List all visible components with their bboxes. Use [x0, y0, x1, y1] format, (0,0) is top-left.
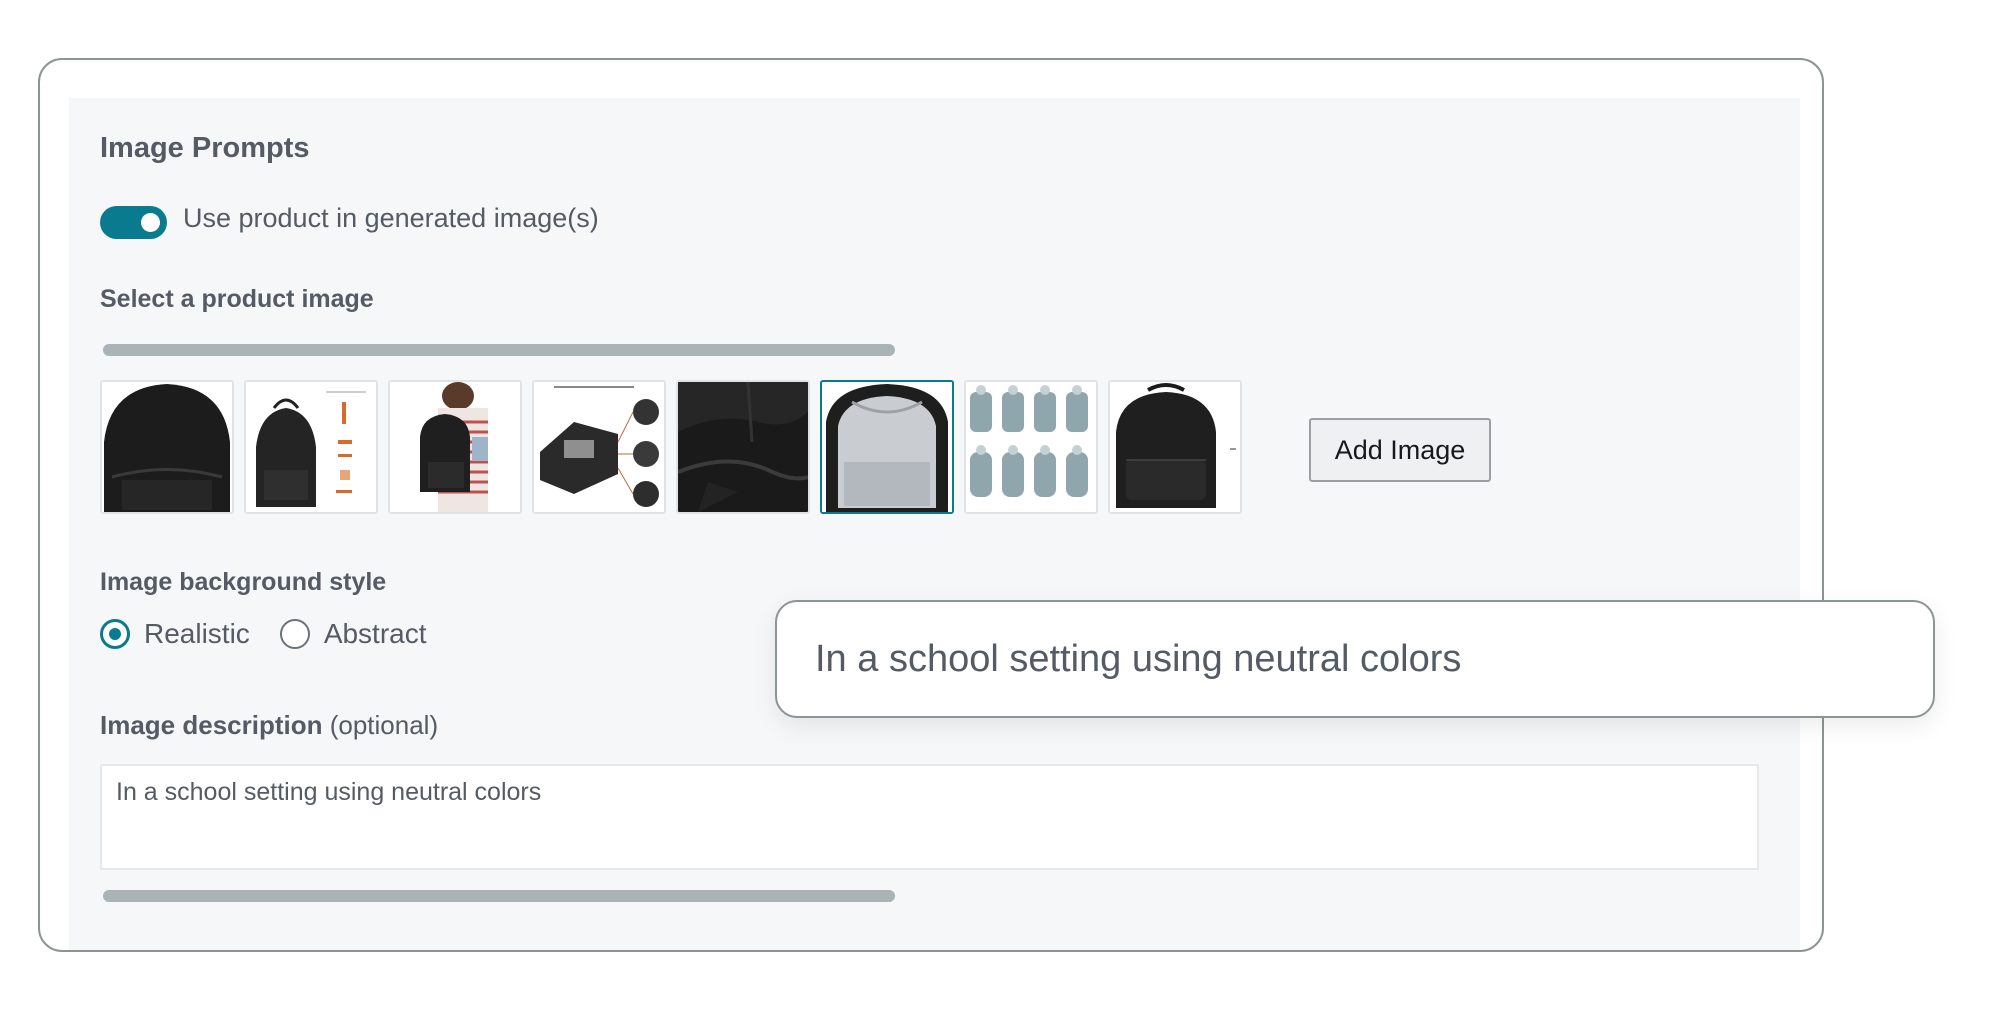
abstract-radio-label[interactable]: Abstract: [324, 618, 427, 650]
backpack-size-comparison-image[interactable]: [964, 380, 1098, 514]
image-description-textarea[interactable]: In a school setting using neutral colors: [100, 764, 1759, 870]
background-style-label: Image background style: [100, 568, 387, 596]
background-style-radio-group: Realistic Abstract: [100, 618, 457, 650]
image-description-label-bold: Image description: [100, 710, 323, 740]
backpack-front-closeup-image[interactable]: [100, 380, 234, 514]
thumbnails-scrollbar[interactable]: [103, 344, 895, 356]
description-scrollbar[interactable]: [103, 890, 895, 902]
backpack-features-diagram-image[interactable]: [532, 380, 666, 514]
image-prompts-card: Image Prompts Use product in generated i…: [38, 58, 1824, 952]
section-title: Image Prompts: [100, 132, 310, 164]
realistic-radio[interactable]: [100, 619, 130, 649]
backpack-open-interior-image[interactable]: [820, 380, 954, 514]
backpack-with-dimensions-image[interactable]: [244, 380, 378, 514]
description-callout: In a school setting using neutral colors: [775, 600, 1935, 718]
person-wearing-backpack-image[interactable]: [388, 380, 522, 514]
backpack-fabric-closeup-image[interactable]: [676, 380, 810, 514]
product-image-thumbnails: [100, 380, 1242, 514]
toggle-knob: [141, 213, 160, 232]
add-image-button[interactable]: Add Image: [1309, 418, 1491, 482]
abstract-radio[interactable]: [279, 619, 310, 649]
use-product-toggle-label: Use product in generated image(s): [183, 203, 599, 233]
product-image-label: Select a product image: [100, 285, 374, 313]
image-description-label: Image description (optional): [100, 710, 438, 741]
image-description-label-optional: (optional): [322, 710, 439, 740]
image-prompts-panel: Image Prompts Use product in generated i…: [69, 98, 1800, 950]
backpack-full-front-image[interactable]: [1108, 380, 1242, 514]
use-product-toggle[interactable]: [100, 206, 167, 239]
realistic-radio-label[interactable]: Realistic: [144, 618, 250, 650]
